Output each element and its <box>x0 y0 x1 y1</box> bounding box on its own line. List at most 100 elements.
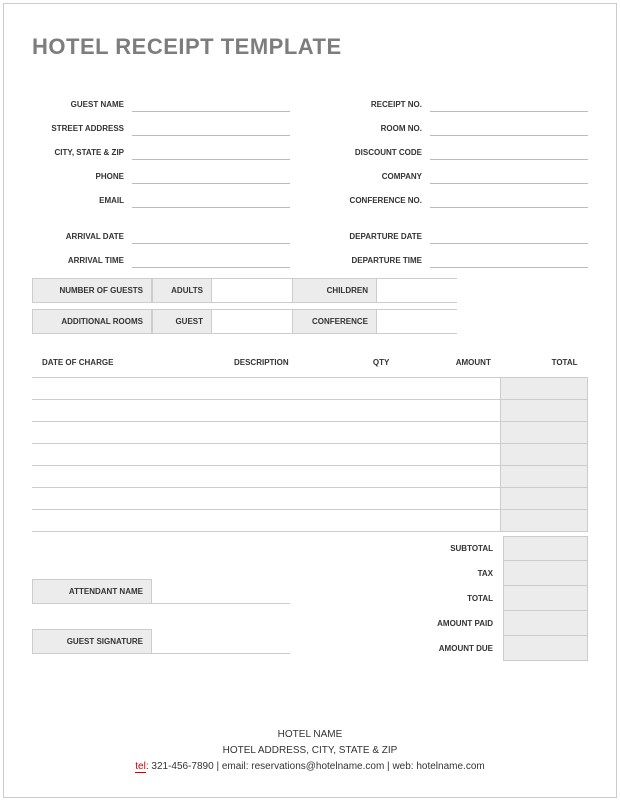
cell-desc[interactable] <box>175 510 348 532</box>
cell-amt[interactable] <box>414 378 501 400</box>
cell-qty[interactable] <box>348 444 414 466</box>
header-total: TOTAL <box>501 352 588 378</box>
cell-amt[interactable] <box>414 444 501 466</box>
footer-tel-label: tel <box>135 761 146 773</box>
row-room-no: ROOM NO. <box>330 112 588 136</box>
cell-date[interactable] <box>32 378 175 400</box>
footer-web-label: web: <box>392 761 416 772</box>
label-receipt-no: RECEIPT NO. <box>330 100 430 112</box>
cell-date[interactable] <box>32 488 175 510</box>
header-date: DATE OF CHARGE <box>32 352 175 378</box>
footer-hotel-address: HOTEL ADDRESS, CITY, STATE & ZIP <box>4 743 616 759</box>
input-room-no[interactable] <box>430 112 588 136</box>
value-tax[interactable] <box>503 561 588 586</box>
cell-desc[interactable] <box>175 444 348 466</box>
label-amount-due: AMOUNT DUE <box>403 636 503 661</box>
cell-total[interactable] <box>501 466 588 488</box>
cell-amt[interactable] <box>414 422 501 444</box>
label-arrival-time: ARRIVAL TIME <box>32 256 132 268</box>
label-street-address: STREET ADDRESS <box>32 124 132 136</box>
input-guest-name[interactable] <box>132 88 290 112</box>
label-departure-time: DEPARTURE TIME <box>330 256 430 268</box>
cell-total[interactable] <box>501 510 588 532</box>
table-row <box>32 444 588 466</box>
row-guest-name: GUEST NAME <box>32 88 290 112</box>
cell-desc[interactable] <box>175 488 348 510</box>
footer-hotel-name: HOTEL NAME <box>4 727 616 743</box>
cell-desc[interactable] <box>175 400 348 422</box>
label-email: EMAIL <box>32 196 132 208</box>
header-amount: AMOUNT <box>414 352 501 378</box>
cell-date[interactable] <box>32 400 175 422</box>
label-children: CHILDREN <box>292 278 377 303</box>
row-street-address: STREET ADDRESS <box>32 112 290 136</box>
cell-amt[interactable] <box>414 400 501 422</box>
cell-date[interactable] <box>32 444 175 466</box>
cell-total[interactable] <box>501 422 588 444</box>
input-conference-rooms[interactable] <box>377 309 457 334</box>
cell-date[interactable] <box>32 466 175 488</box>
input-departure-time[interactable] <box>430 244 588 268</box>
label-adults: ADULTS <box>152 278 212 303</box>
cell-amt[interactable] <box>414 488 501 510</box>
cell-qty[interactable] <box>348 422 414 444</box>
input-arrival-time[interactable] <box>132 244 290 268</box>
cell-desc[interactable] <box>175 378 348 400</box>
row-additional-rooms: ADDITIONAL ROOMS GUEST CONFERENCE <box>32 309 588 334</box>
cell-date[interactable] <box>32 422 175 444</box>
input-email[interactable] <box>132 184 290 208</box>
label-guest: GUEST <box>152 309 212 334</box>
row-number-of-guests: NUMBER OF GUESTS ADULTS CHILDREN <box>32 278 588 303</box>
footer-tel-value: : 321-456-7890 <box>146 761 214 772</box>
input-city-state-zip[interactable] <box>132 136 290 160</box>
input-adults[interactable] <box>212 278 292 303</box>
cell-amt[interactable] <box>414 510 501 532</box>
label-attendant-name: ATTENDANT NAME <box>32 579 152 604</box>
input-receipt-no[interactable] <box>430 88 588 112</box>
charges-body <box>32 378 588 532</box>
value-amount-due[interactable] <box>503 636 588 661</box>
guest-count-block: NUMBER OF GUESTS ADULTS CHILDREN ADDITIO… <box>32 278 588 334</box>
cell-total[interactable] <box>501 400 588 422</box>
input-guest-signature[interactable] <box>152 629 290 654</box>
value-subtotal[interactable] <box>503 536 588 561</box>
cell-desc[interactable] <box>175 422 348 444</box>
value-amount-paid[interactable] <box>503 611 588 636</box>
cell-total[interactable] <box>501 378 588 400</box>
label-discount-code: DISCOUNT CODE <box>330 148 430 160</box>
footer-email-label: email: <box>222 761 251 772</box>
input-street-address[interactable] <box>132 112 290 136</box>
cell-amt[interactable] <box>414 466 501 488</box>
cell-date[interactable] <box>32 510 175 532</box>
input-guest-rooms[interactable] <box>212 309 292 334</box>
cell-desc[interactable] <box>175 466 348 488</box>
row-conference-no: CONFERENCE NO. <box>330 184 588 208</box>
value-total[interactable] <box>503 586 588 611</box>
cell-total[interactable] <box>501 444 588 466</box>
input-conference-no[interactable] <box>430 184 588 208</box>
row-discount-code: DISCOUNT CODE <box>330 136 588 160</box>
row-departure-date: DEPARTURE DATE <box>330 220 588 244</box>
cell-qty[interactable] <box>348 488 414 510</box>
cell-total[interactable] <box>501 488 588 510</box>
row-departure-time: DEPARTURE TIME <box>330 244 588 268</box>
input-arrival-date[interactable] <box>132 220 290 244</box>
input-attendant-name[interactable] <box>152 579 290 604</box>
footer-web-value: hotelname.com <box>416 761 484 772</box>
input-children[interactable] <box>377 278 457 303</box>
label-city-state-zip: CITY, STATE & ZIP <box>32 148 132 160</box>
label-total: TOTAL <box>403 586 503 611</box>
input-phone[interactable] <box>132 160 290 184</box>
label-phone: PHONE <box>32 172 132 184</box>
input-company[interactable] <box>430 160 588 184</box>
header-description: DESCRIPTION <box>175 352 348 378</box>
cell-qty[interactable] <box>348 466 414 488</box>
cell-qty[interactable] <box>348 378 414 400</box>
input-discount-code[interactable] <box>430 136 588 160</box>
cell-qty[interactable] <box>348 400 414 422</box>
receipt-page: HOTEL RECEIPT TEMPLATE GUEST NAME STREET… <box>3 3 617 798</box>
cell-qty[interactable] <box>348 510 414 532</box>
label-conference-no: CONFERENCE NO. <box>330 196 430 208</box>
label-additional-rooms: ADDITIONAL ROOMS <box>32 309 152 334</box>
input-departure-date[interactable] <box>430 220 588 244</box>
